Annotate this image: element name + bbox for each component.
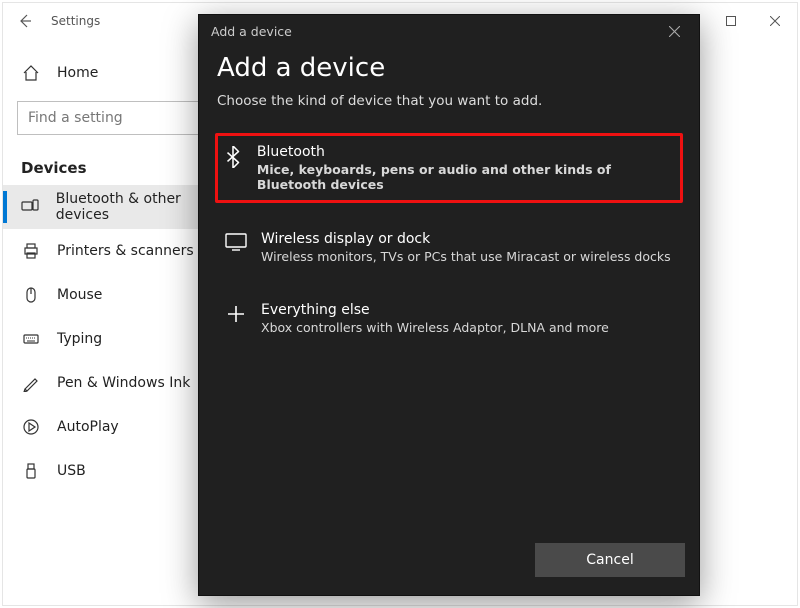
back-button[interactable] bbox=[3, 3, 47, 39]
device-option-wireless-display[interactable]: Wireless display or dock Wireless monito… bbox=[217, 221, 681, 274]
printer-icon bbox=[21, 242, 41, 260]
sidebar-item-label: Printers & scanners bbox=[57, 243, 194, 259]
display-icon bbox=[225, 231, 247, 251]
dialog-subtitle: Choose the kind of device that you want … bbox=[217, 93, 681, 109]
close-icon bbox=[669, 26, 680, 37]
mouse-icon bbox=[21, 286, 41, 304]
dialog-title: Add a device bbox=[211, 24, 292, 39]
autoplay-icon bbox=[21, 418, 41, 436]
plus-icon bbox=[225, 302, 247, 324]
option-title: Everything else bbox=[261, 302, 609, 318]
search-input[interactable] bbox=[17, 101, 213, 135]
option-title: Wireless display or dock bbox=[261, 231, 671, 247]
add-device-dialog: Add a device Add a device Choose the kin… bbox=[198, 14, 700, 596]
keyboard-icon bbox=[21, 330, 41, 348]
sidebar-item-autoplay[interactable]: AutoPlay bbox=[3, 405, 227, 449]
option-desc: Wireless monitors, TVs or PCs that use M… bbox=[261, 249, 671, 264]
dialog-close-button[interactable] bbox=[659, 26, 689, 37]
usb-icon bbox=[21, 462, 41, 480]
home-icon bbox=[21, 64, 41, 82]
window-title: Settings bbox=[47, 3, 100, 39]
sidebar-section-heading: Devices bbox=[3, 145, 227, 185]
sidebar-item-bluetooth[interactable]: Bluetooth & other devices bbox=[3, 185, 227, 229]
bluetooth-icon bbox=[224, 144, 243, 168]
sidebar-item-label: USB bbox=[57, 463, 86, 479]
device-option-everything-else[interactable]: Everything else Xbox controllers with Wi… bbox=[217, 292, 681, 345]
option-title: Bluetooth bbox=[257, 144, 674, 160]
sidebar-item-pen[interactable]: Pen & Windows Ink bbox=[3, 361, 227, 405]
sidebar-item-label: Mouse bbox=[57, 287, 102, 303]
option-desc: Xbox controllers with Wireless Adaptor, … bbox=[261, 320, 609, 335]
sidebar-item-label: AutoPlay bbox=[57, 419, 119, 435]
sidebar-item-label: Typing bbox=[57, 331, 102, 347]
close-icon bbox=[770, 16, 780, 26]
dialog-heading: Add a device bbox=[217, 53, 681, 83]
cancel-button[interactable]: Cancel bbox=[535, 543, 685, 577]
option-desc: Mice, keyboards, pens or audio and other… bbox=[257, 162, 674, 192]
settings-sidebar: Home Devices Bluetooth & other devices P… bbox=[3, 39, 227, 605]
maximize-button[interactable] bbox=[709, 3, 753, 39]
sidebar-item-printers[interactable]: Printers & scanners bbox=[3, 229, 227, 273]
sidebar-item-mouse[interactable]: Mouse bbox=[3, 273, 227, 317]
sidebar-item-label: Pen & Windows Ink bbox=[57, 375, 190, 391]
dialog-titlebar: Add a device bbox=[199, 15, 699, 47]
sidebar-item-label: Home bbox=[57, 65, 98, 81]
maximize-icon bbox=[726, 16, 736, 26]
sidebar-item-typing[interactable]: Typing bbox=[3, 317, 227, 361]
device-option-bluetooth[interactable]: Bluetooth Mice, keyboards, pens or audio… bbox=[215, 133, 683, 203]
close-window-button[interactable] bbox=[753, 3, 797, 39]
devices-icon bbox=[21, 198, 40, 216]
pen-icon bbox=[21, 374, 41, 392]
sidebar-item-usb[interactable]: USB bbox=[3, 449, 227, 493]
back-arrow-icon bbox=[17, 13, 33, 29]
sidebar-item-home[interactable]: Home bbox=[3, 51, 227, 95]
